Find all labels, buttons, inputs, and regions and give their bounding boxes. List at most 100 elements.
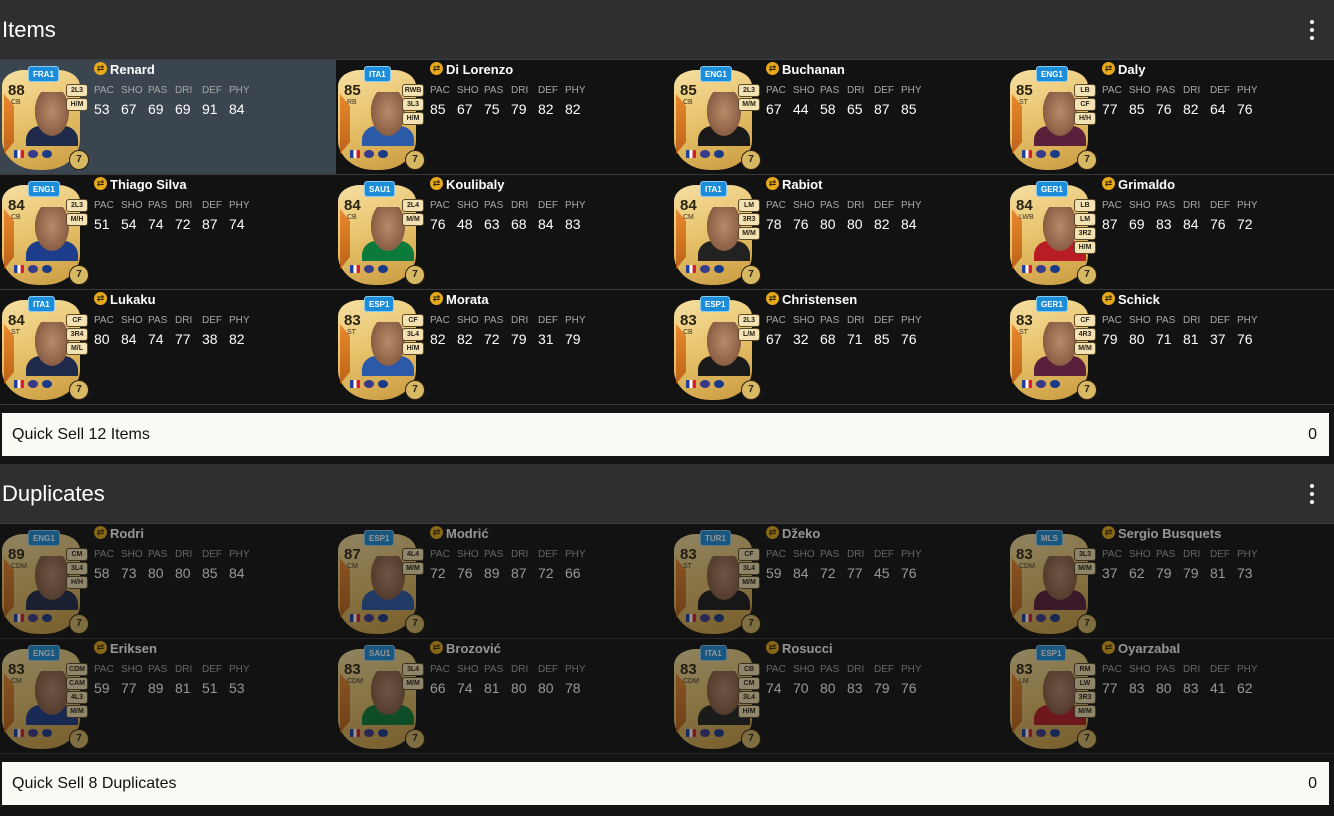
player-tile[interactable]: ESP1 83 CB 2L3 L/M 7 ⇄ Christensen PAC SHO… [672, 290, 1008, 405]
stat-label: SHO [1129, 200, 1151, 211]
player-tile[interactable]: ENG1 84 CB 2L3 M/H 7 ⇄ Thiago Silva PAC SH… [0, 175, 336, 290]
player-tile[interactable]: TUR1 83 ST CF 3L4 M/M 7 ⇄ Džeko PAC SHO PAS D… [672, 524, 1008, 639]
player-tile[interactable]: ENG1 85 ST LB CF H/H 7 ⇄ Daly PAC SHO PAS DRI… [1008, 60, 1334, 175]
stat-label: DRI [847, 315, 865, 326]
player-tile[interactable]: ESP1 83 ST CF 3L4 H/M 7 ⇄ Morata PAC SHO PAS… [336, 290, 672, 405]
player-tile[interactable]: SAU1 83 CDM 3L4 M/M 7 ⇄ Brozović PAC SHO PA… [336, 639, 672, 754]
stat-value: 74 [229, 216, 245, 232]
player-name: Thiago Silva [110, 177, 187, 192]
nation-league-club-icons [350, 614, 388, 622]
player-tile[interactable]: ITA1 84 ST CF 3R4 M/L 7 ⇄ Lukaku PAC SHO PAS… [0, 290, 336, 405]
nation-flag-icon [1022, 380, 1032, 388]
stat-label: SHO [793, 200, 815, 211]
chemistry-badge: 7 [1077, 614, 1097, 634]
club-crest-icon [378, 150, 388, 158]
evolution-icon: ⇄ [1102, 641, 1115, 654]
stat-value: 91 [202, 101, 218, 117]
player-tile[interactable]: MLS 83 CDM 3L3 M/M 7 ⇄ Sergio Busquets PA… [1008, 524, 1334, 639]
player-tile[interactable]: ITA1 83 CDM CB CM 3L4 H/M 7 ⇄ Rosucci PAC SH… [672, 639, 1008, 754]
stat-value: 82 [430, 331, 446, 347]
stat-label: SHO [457, 85, 479, 96]
player-tile[interactable]: FRA1 88 CB 2L3 H/M 7 ⇄ Renard PAC SHO PAS DR… [0, 60, 336, 175]
player-name: Christensen [782, 292, 858, 307]
quick-sell-items-button[interactable]: Quick Sell 12 Items 0 [2, 413, 1329, 456]
stat-label: DRI [847, 200, 865, 211]
league-badge: SAU1 [364, 645, 396, 661]
player-tile[interactable]: GER1 84 LWB LB LM 3R2 H/M 7 ⇄ Grimaldo PAC S… [1008, 175, 1334, 290]
league-logo-icon [700, 265, 710, 273]
club-crest-icon [42, 380, 52, 388]
player-tile[interactable]: ENG1 83 CM CDM CAM 4L3 M/M 7 ⇄ Eriksen PAC S… [0, 639, 336, 754]
player-name: Grimaldo [1118, 177, 1176, 192]
stat-label: DRI [847, 85, 865, 96]
club-crest-icon [42, 265, 52, 273]
player-position: ST [11, 329, 20, 336]
stat-value: 79 [1102, 331, 1118, 347]
playstyle-chip: 4R3 [1074, 328, 1096, 341]
league-badge: ENG1 [28, 645, 60, 661]
playstyles-column: LB LM 3R2 H/M [1074, 199, 1096, 254]
nation-league-club-icons [1022, 265, 1060, 273]
stat-value: 77 [121, 680, 137, 696]
stat-labels-row: PAC SHO PAS DRI DEF PHY [766, 200, 928, 211]
stat-labels-row: PAC SHO PAS DRI DEF PHY [430, 200, 592, 211]
playstyle-chip: M/M [1074, 705, 1096, 718]
stat-value: 74 [148, 216, 164, 232]
player-tile[interactable]: ESP1 83 LM RM LW 3R3 M/M 7 ⇄ Oyarzabal PAC S… [1008, 639, 1334, 754]
league-badge: ESP1 [1036, 645, 1067, 661]
stat-label: PAS [148, 549, 168, 560]
player-rating: 83 [344, 312, 361, 329]
evolution-icon: ⇄ [1102, 292, 1115, 305]
nation-flag-icon [686, 265, 696, 273]
items-menu-kebab-icon[interactable] [1302, 15, 1322, 45]
player-tile[interactable]: ITA1 84 CM LM 3R3 M/M 7 ⇄ Rabiot PAC SHO PAS… [672, 175, 1008, 290]
player-tile[interactable]: ESP1 87 CM 4L4 M/M 7 ⇄ Modrić PAC SHO PAS DR… [336, 524, 672, 639]
nation-league-club-icons [686, 150, 724, 158]
nation-league-club-icons [350, 265, 388, 273]
stat-label: SHO [793, 85, 815, 96]
stat-label: PAC [1102, 85, 1122, 96]
stat-value: 80 [148, 565, 164, 581]
player-tile[interactable]: ITA1 85 RB RWB 3L3 H/M 7 ⇄ Di Lorenzo PAC S… [336, 60, 672, 175]
stat-label: SHO [457, 549, 479, 560]
player-tile[interactable]: SAU1 84 CB 2L4 M/M 7 ⇄ Koulibaly PAC SHO PA… [336, 175, 672, 290]
league-logo-icon [28, 150, 38, 158]
league-logo-icon [28, 729, 38, 737]
stat-label: PAC [766, 200, 786, 211]
stat-values-row: 37 62 79 79 81 73 [1102, 565, 1264, 581]
stat-value: 69 [1129, 216, 1145, 232]
stat-value: 89 [484, 565, 500, 581]
playstyles-column: 2L3 M/H [66, 199, 88, 226]
stat-value: 83 [1156, 216, 1172, 232]
stat-label: PHY [229, 315, 250, 326]
playstyle-chip: H/H [66, 576, 88, 589]
league-badge: MLS [1036, 530, 1063, 546]
player-tile[interactable]: ENG1 85 CB 2L3 M/M 7 ⇄ Buchanan PAC SHO PAS… [672, 60, 1008, 175]
player-name: Schick [1118, 292, 1160, 307]
playstyle-chip: M/M [402, 677, 424, 690]
playstyles-column: LB CF H/H [1074, 84, 1096, 125]
quick-sell-duplicates-label: Quick Sell 8 Duplicates [12, 774, 177, 792]
evolution-icon: ⇄ [94, 641, 107, 654]
player-tile[interactable]: ENG1 89 CDM CM 3L4 H/H 7 ⇄ Rodri PAC SHO PAS… [0, 524, 336, 639]
quick-sell-duplicates-button[interactable]: Quick Sell 8 Duplicates 0 [2, 762, 1329, 805]
player-card: ENG1 89 CDM CM 3L4 H/H 7 [0, 528, 89, 636]
duplicates-menu-kebab-icon[interactable] [1302, 479, 1322, 509]
league-logo-icon [364, 265, 374, 273]
player-rating: 84 [8, 197, 25, 214]
stat-value: 73 [1237, 565, 1253, 581]
stat-labels-row: PAC SHO PAS DRI DEF PHY [1102, 85, 1264, 96]
playstyles-column: 4L4 M/M [402, 548, 424, 575]
playstyle-chip: 3L4 [738, 691, 760, 704]
nation-league-club-icons [14, 265, 52, 273]
chemistry-badge: 7 [741, 265, 761, 285]
stat-labels-row: PAC SHO PAS DRI DEF PHY [430, 549, 592, 560]
player-tile[interactable]: GER1 83 ST CF 4R3 M/M 7 ⇄ Schick PAC SHO PAS… [1008, 290, 1334, 405]
playstyle-chip: M/L [66, 342, 88, 355]
stat-label: DRI [847, 549, 865, 560]
nation-flag-icon [350, 265, 360, 273]
stat-value: 67 [766, 101, 782, 117]
playstyle-chip: H/M [402, 342, 424, 355]
club-crest-icon [714, 614, 724, 622]
stat-label: SHO [1129, 315, 1151, 326]
